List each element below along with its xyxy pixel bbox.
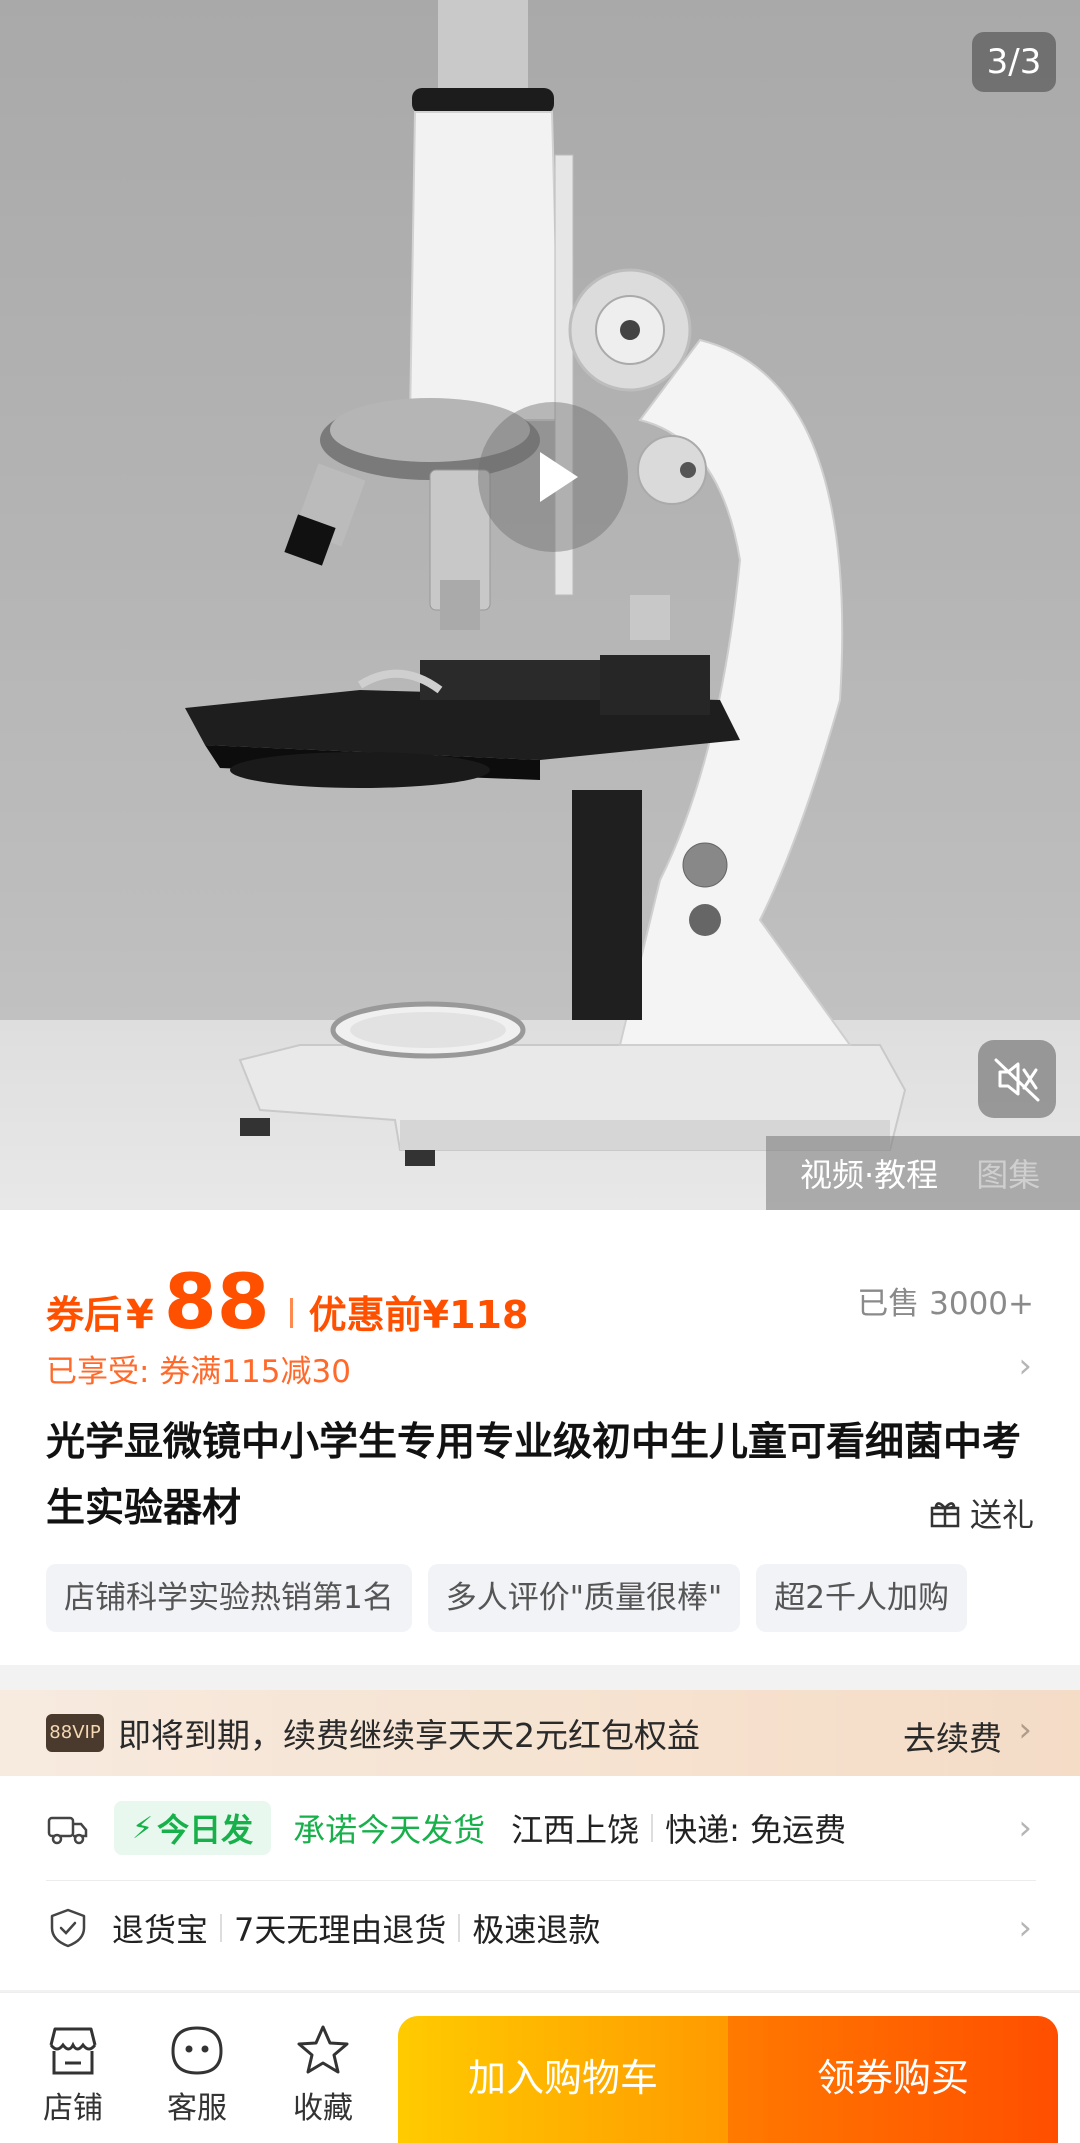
speaker-muted-icon <box>994 1058 1040 1102</box>
chevron-right-icon: › <box>1018 1908 1032 1948</box>
divider <box>46 1880 1036 1881</box>
ship-origin: 江西上饶 <box>511 1811 640 1849</box>
buy-with-coupon-button[interactable]: 领券购买 <box>728 2016 1058 2143</box>
customer-service-button[interactable]: 客服 <box>152 2023 242 2127</box>
shield-check-icon <box>50 1908 86 1948</box>
media-tabs: 视频·教程 图集 <box>766 1136 1080 1210</box>
gift-icon <box>930 1502 960 1528</box>
favorite-button[interactable]: 收藏 <box>278 2023 368 2127</box>
separator <box>651 1814 654 1842</box>
image-page-counter: 3/3 <box>972 32 1056 92</box>
vip-renew-link[interactable]: 去续费 <box>903 1712 1002 1760</box>
product-image-gallery[interactable]: 3/3 视频·教程 图集 <box>0 0 1080 1210</box>
gift-button[interactable]: 送礼 <box>928 1490 1034 1536</box>
chevron-right-icon[interactable]: › <box>1018 1346 1032 1386</box>
returns-insurance: 退货宝 <box>112 1911 209 1949</box>
delivery-truck-icon <box>47 1816 88 1845</box>
lightning-icon: ⚡ <box>132 1810 154 1846</box>
favorite-label: 收藏 <box>293 2091 353 2126</box>
chevron-right-icon: › <box>1018 1710 1032 1750</box>
vip-renewal-bar[interactable]: 88VIP 即将到期，续费继续享天天2元红包权益 去续费 › <box>0 1690 1080 1776</box>
play-video-button[interactable] <box>478 402 628 552</box>
promo-line[interactable]: 已享受: 券满115减30 <box>46 1346 351 1391</box>
tag-item[interactable]: 多人评价"质量很棒" <box>427 1564 741 1632</box>
tag-item[interactable]: 店铺科学实验热销第1名 <box>46 1564 412 1632</box>
returns-7day: 7天无理由退货 <box>234 1911 447 1949</box>
currency-symbol: ¥ <box>126 1292 154 1338</box>
separator <box>220 1914 223 1942</box>
store-button[interactable]: 店铺 <box>28 2023 118 2127</box>
gift-label: 送礼 <box>969 1496 1034 1534</box>
store-icon <box>49 2027 97 2075</box>
returns-row[interactable]: 退货宝 7天无理由退货 极速退款 › <box>0 1890 1080 1966</box>
vip-badge: 88VIP <box>46 1714 104 1752</box>
price-divider <box>289 1298 293 1328</box>
product-tags: 店铺科学实验热销第1名 多人评价"质量很棒" 超2千人加购 <box>46 1564 1080 1632</box>
shipping-row[interactable]: ⚡ 今日发 承诺今天发货 江西上饶 快递: 免运费 › <box>0 1790 1080 1866</box>
chevron-right-icon: › <box>1018 1808 1032 1848</box>
original-price: 优惠前¥118 <box>308 1293 529 1337</box>
microscope-image <box>185 0 907 1166</box>
returns-fast-refund: 极速退款 <box>472 1911 601 1949</box>
ship-today-label: 今日发 <box>157 1811 254 1849</box>
ship-today-badge: ⚡ 今日发 <box>114 1801 272 1855</box>
tag-item[interactable]: 超2千人加购 <box>756 1564 967 1632</box>
coupon-price-value: 88 <box>163 1257 270 1346</box>
chat-face-icon <box>171 2026 223 2075</box>
service-label: 客服 <box>167 2091 227 2126</box>
price-row: 券后 ¥ 88 优惠前¥118 <box>46 1262 528 1342</box>
tab-video-tutorial[interactable]: 视频·教程 <box>800 1150 938 1196</box>
add-to-cart-button[interactable]: 加入购物车 <box>398 2016 728 2143</box>
sold-count: 已售 3000+ <box>857 1286 1034 1322</box>
store-label: 店铺 <box>43 2091 103 2126</box>
separator <box>458 1914 461 1942</box>
play-icon <box>540 452 578 502</box>
mute-toggle-button[interactable] <box>978 1040 1056 1118</box>
vip-message: 即将到期，续费继续享天天2元红包权益 <box>118 1716 700 1755</box>
ship-express-fee: 快递: 免运费 <box>665 1811 847 1849</box>
ship-promise: 承诺今天发货 <box>293 1811 486 1849</box>
coupon-price-label: 券后 <box>46 1293 123 1337</box>
star-icon <box>297 2025 349 2074</box>
tab-image-gallery[interactable]: 图集 <box>976 1150 1040 1196</box>
product-title: 光学显微镜中小学生专用专业级初中生儿童可看细菌中考生实验器材 <box>46 1420 1022 1531</box>
